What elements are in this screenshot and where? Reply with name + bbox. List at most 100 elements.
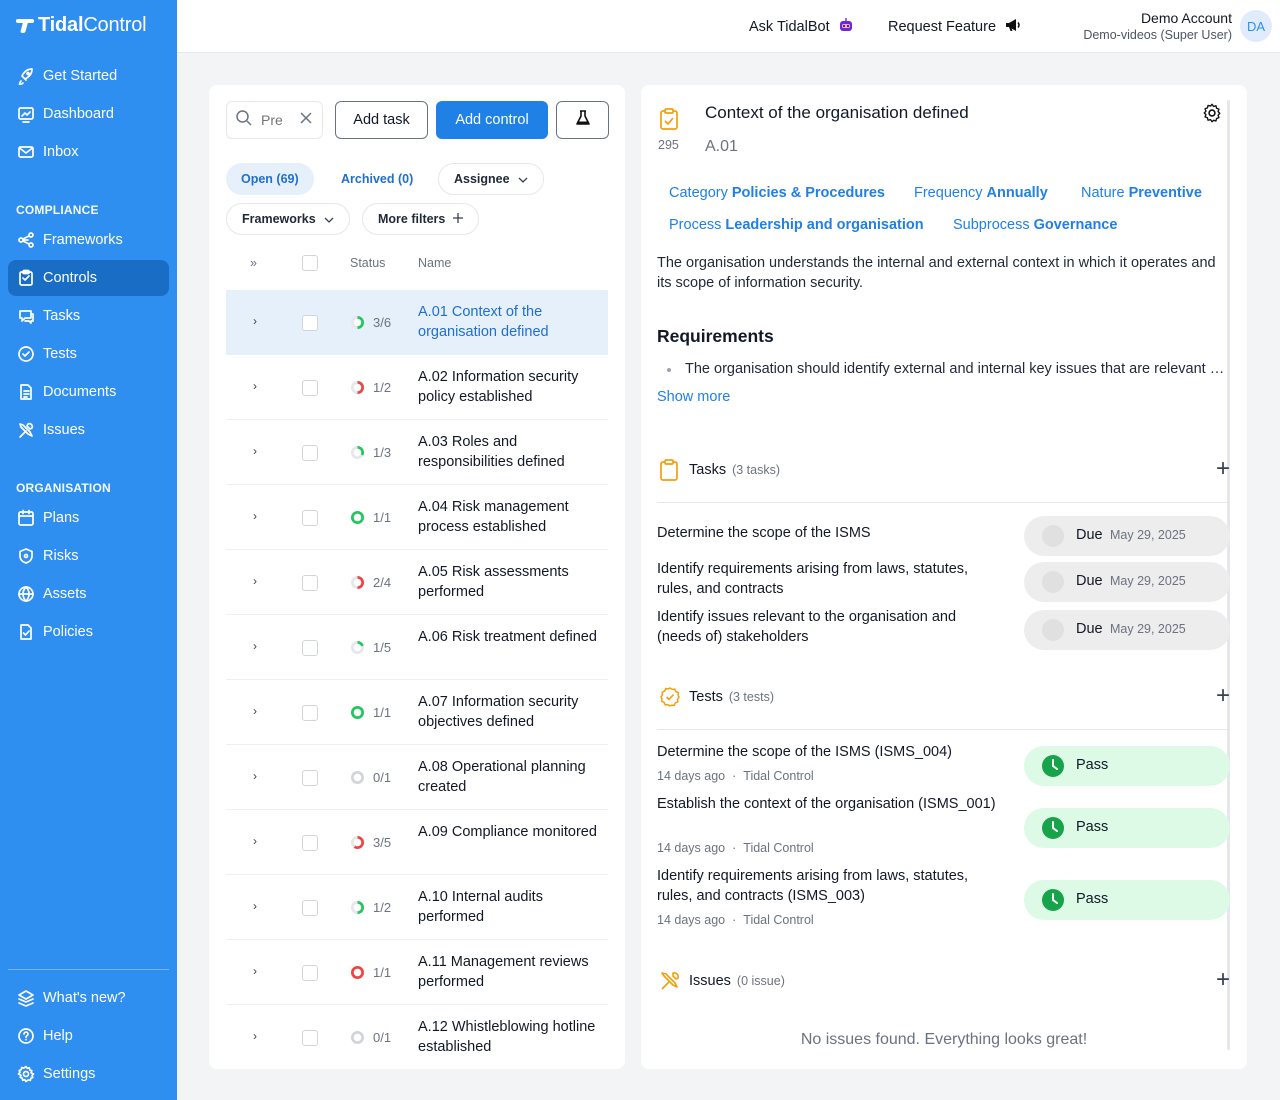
clear-search-icon[interactable] xyxy=(299,111,313,130)
control-name[interactable]: A.04 Risk management process established xyxy=(418,497,603,537)
table-row[interactable]: › 1/1 A.07 Information security objectives… xyxy=(226,680,608,745)
name-column-header[interactable]: Name xyxy=(418,256,451,270)
brand-logo[interactable]: Tidal Control xyxy=(16,14,147,37)
task-name[interactable]: Identify requirements arising from laws,… xyxy=(657,559,997,599)
table-row[interactable]: › 3/5 A.09 Compliance monitored xyxy=(226,810,608,875)
add-issue-plus-button[interactable]: + xyxy=(1216,968,1230,992)
status-column-header[interactable]: Status xyxy=(350,256,385,270)
prop-category[interactable]: Category Policies & Procedures xyxy=(669,185,885,201)
task-due-badge[interactable]: Due May 29, 2025 xyxy=(1024,562,1230,602)
table-row[interactable]: › 3/6 A.01 Context of the organisation def… xyxy=(226,290,608,355)
control-name[interactable]: A.02 Information security policy establi… xyxy=(418,367,603,407)
prop-frequency[interactable]: Frequency Annually xyxy=(914,185,1048,201)
control-name[interactable]: A.01 Context of the organisation defined xyxy=(418,302,603,342)
test-name[interactable]: Establish the context of the organisatio… xyxy=(657,794,997,814)
expand-row-chevron-icon[interactable]: › xyxy=(253,314,257,328)
row-checkbox[interactable] xyxy=(302,640,318,656)
search-box[interactable] xyxy=(226,101,323,139)
add-task-button[interactable]: Add task xyxy=(335,101,428,139)
row-checkbox[interactable] xyxy=(302,575,318,591)
control-name[interactable]: A.08 Operational planning created xyxy=(418,757,603,797)
sidebar-item-settings[interactable]: Settings xyxy=(8,1056,169,1092)
sidebar-item-policies[interactable]: Policies xyxy=(8,614,169,650)
control-name[interactable]: A.05 Risk assessments performed xyxy=(418,562,603,602)
show-more-link[interactable]: Show more xyxy=(657,389,730,405)
table-row[interactable]: › 2/4 A.05 Risk assessments performed xyxy=(226,550,608,615)
control-name[interactable]: A.10 Internal audits performed xyxy=(418,887,603,927)
control-name[interactable]: A.12 Whistleblowing hotline established xyxy=(418,1017,603,1057)
search-input[interactable] xyxy=(261,112,291,128)
task-name[interactable]: Identify issues relevant to the organisa… xyxy=(657,607,997,647)
sidebar-item-whats-new[interactable]: What's new? xyxy=(8,980,169,1016)
table-row[interactable]: › 0/1 A.08 Operational planning created xyxy=(226,745,608,810)
row-checkbox[interactable] xyxy=(302,835,318,851)
task-due-badge[interactable]: Due May 29, 2025 xyxy=(1024,610,1230,650)
sidebar-item-plans[interactable]: Plans xyxy=(8,500,169,536)
row-checkbox[interactable] xyxy=(302,965,318,981)
row-checkbox[interactable] xyxy=(302,1030,318,1046)
account-info[interactable]: Demo Account Demo-videos (Super User) xyxy=(1083,10,1232,42)
task-name[interactable]: Determine the scope of the ISMS xyxy=(657,523,997,543)
row-checkbox[interactable] xyxy=(302,900,318,916)
prop-nature[interactable]: Nature Preventive xyxy=(1081,185,1202,201)
add-test-plus-button[interactable]: + xyxy=(1216,684,1230,708)
sidebar-item-tasks[interactable]: Tasks xyxy=(8,298,169,334)
more-filters-button[interactable]: More filters xyxy=(362,203,480,235)
avatar[interactable]: DA xyxy=(1240,10,1272,42)
filter-open[interactable]: Open (69) xyxy=(226,163,314,195)
add-task-plus-button[interactable]: + xyxy=(1216,457,1230,481)
row-checkbox[interactable] xyxy=(302,445,318,461)
table-row[interactable]: › 1/3 A.03 Roles and responsibilities defi… xyxy=(226,420,608,485)
expand-row-chevron-icon[interactable]: › xyxy=(253,769,257,783)
expand-row-chevron-icon[interactable]: › xyxy=(253,704,257,718)
expand-row-chevron-icon[interactable]: › xyxy=(253,509,257,523)
sidebar-item-dashboard[interactable]: Dashboard xyxy=(8,96,169,132)
sidebar-item-tests[interactable]: Tests xyxy=(8,336,169,372)
expand-row-chevron-icon[interactable]: › xyxy=(253,574,257,588)
expand-row-chevron-icon[interactable]: › xyxy=(253,444,257,458)
sidebar-item-documents[interactable]: Documents xyxy=(8,374,169,410)
table-row[interactable]: › 1/5 A.06 Risk treatment defined xyxy=(226,615,608,680)
table-row[interactable]: › 1/1 A.04 Risk management process establi… xyxy=(226,485,608,550)
gear-icon[interactable] xyxy=(1201,102,1223,129)
table-row[interactable]: › 0/1 A.12 Whistleblowing hotline establis… xyxy=(226,1005,608,1069)
sidebar-item-inbox[interactable]: Inbox xyxy=(8,134,169,170)
row-checkbox[interactable] xyxy=(302,315,318,331)
control-name[interactable]: A.11 Management reviews performed xyxy=(418,952,603,992)
sidebar-item-frameworks[interactable]: Frameworks xyxy=(8,222,169,258)
prop-subprocess[interactable]: Subprocess Governance xyxy=(953,217,1117,233)
table-row[interactable]: › 1/2 A.10 Internal audits performed xyxy=(226,875,608,940)
expand-row-chevron-icon[interactable]: › xyxy=(253,834,257,848)
expand-row-chevron-icon[interactable]: › xyxy=(253,379,257,393)
select-all-checkbox[interactable] xyxy=(302,255,318,271)
control-name[interactable]: A.06 Risk treatment defined xyxy=(418,627,603,647)
task-due-badge[interactable]: Due May 29, 2025 xyxy=(1024,516,1230,556)
sidebar-item-assets[interactable]: Assets xyxy=(8,576,169,612)
sidebar-item-issues[interactable]: Issues xyxy=(8,412,169,448)
test-name[interactable]: Identify requirements arising from laws,… xyxy=(657,866,997,906)
sidebar-item-risks[interactable]: Risks xyxy=(8,538,169,574)
sidebar-item-controls[interactable]: Controls xyxy=(8,260,169,296)
expand-all-toggle[interactable]: » xyxy=(250,256,257,270)
row-checkbox[interactable] xyxy=(302,770,318,786)
control-name[interactable]: A.09 Compliance monitored xyxy=(418,822,603,842)
test-name[interactable]: Determine the scope of the ISMS (ISMS_00… xyxy=(657,742,997,762)
control-name[interactable]: A.03 Roles and responsibilities defined xyxy=(418,432,603,472)
test-pass-badge[interactable]: Pass xyxy=(1024,808,1230,848)
expand-row-chevron-icon[interactable]: › xyxy=(253,964,257,978)
filter-assignee[interactable]: Assignee xyxy=(438,163,544,195)
control-name[interactable]: A.07 Information security objectives def… xyxy=(418,692,603,732)
filter-frameworks[interactable]: Frameworks xyxy=(226,203,350,235)
row-checkbox[interactable] xyxy=(302,705,318,721)
request-feature-link[interactable]: Request Feature xyxy=(888,17,1022,37)
lab-button[interactable] xyxy=(556,101,609,139)
row-checkbox[interactable] xyxy=(302,380,318,396)
sidebar-item-get-started[interactable]: Get Started xyxy=(8,58,169,94)
expand-row-chevron-icon[interactable]: › xyxy=(253,899,257,913)
filter-archived[interactable]: Archived (0) xyxy=(326,163,428,195)
test-pass-badge[interactable]: Pass xyxy=(1024,880,1230,920)
expand-row-chevron-icon[interactable]: › xyxy=(253,1029,257,1043)
add-control-button[interactable]: Add control xyxy=(436,101,548,139)
table-row[interactable]: › 1/2 A.02 Information security policy est… xyxy=(226,355,608,420)
test-pass-badge[interactable]: Pass xyxy=(1024,746,1230,786)
